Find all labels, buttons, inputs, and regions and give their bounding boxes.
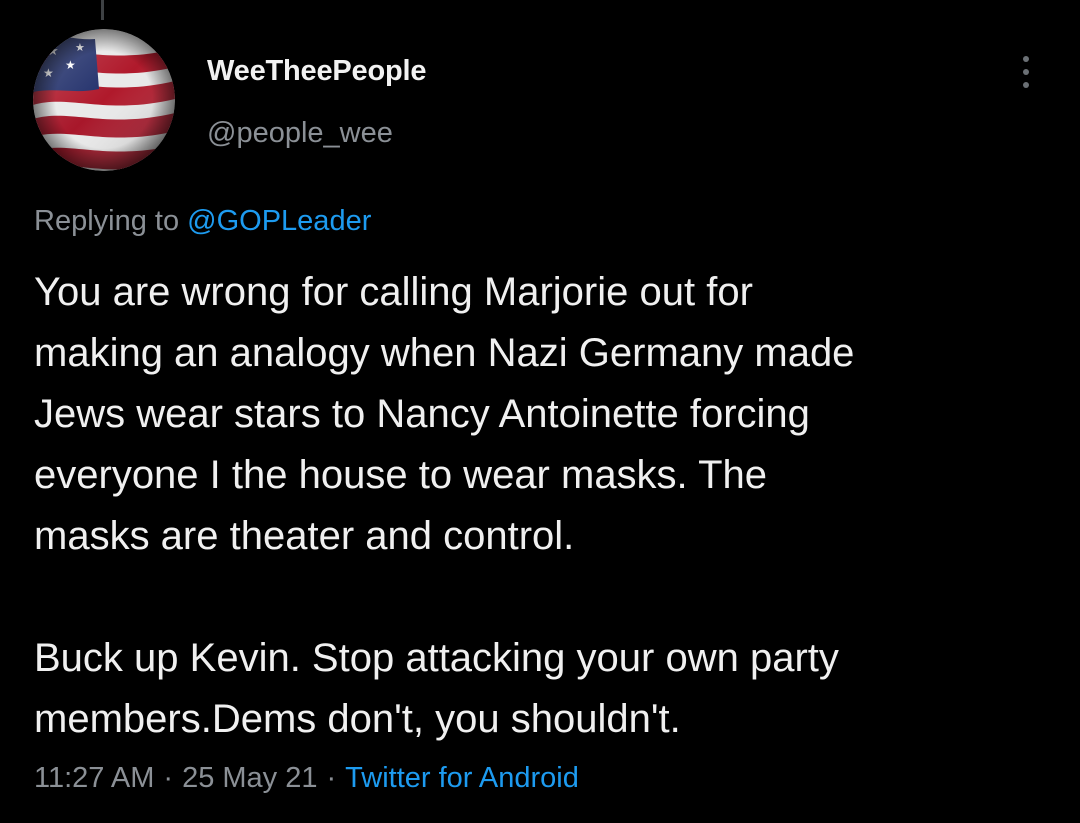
tweet-paragraph: Buck up Kevin. Stop attacking your own p… [34,636,839,741]
replying-to-label: Replying to [34,205,188,237]
meta-separator: · [326,762,337,794]
tweet-metadata: 11:27 AM · 25 May 21 · Twitter for Android [34,762,579,795]
more-dot [1023,82,1029,88]
thread-connector-line [101,0,104,20]
tweet-source-link[interactable]: Twitter for Android [345,762,579,794]
user-handle[interactable]: @people_wee [207,117,393,150]
replying-to-line: Replying to @GOPLeader [34,205,371,238]
tweet-text: You are wrong for calling Marjorie out f… [34,262,1044,750]
tweet-paragraph: You are wrong for calling Marjorie out f… [34,270,855,558]
american-flag-icon: ★ ★ ★ ★ [33,29,175,171]
more-dot [1023,69,1029,75]
tweet-time[interactable]: 11:27 AM [34,762,154,794]
more-vertical-icon[interactable] [1010,52,1044,92]
meta-separator: · [163,762,174,794]
user-display-name[interactable]: WeeTheePeople [207,55,426,88]
more-dot [1023,56,1029,62]
avatar[interactable]: ★ ★ ★ ★ [33,29,175,171]
tweet-date[interactable]: 25 May 21 [182,762,317,794]
reply-target-link[interactable]: @GOPLeader [187,205,371,237]
